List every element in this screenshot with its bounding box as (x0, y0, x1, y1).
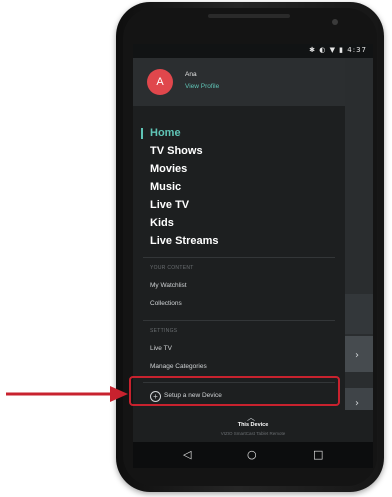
nav-item-tv-shows[interactable]: TV Shows (150, 145, 203, 157)
back-icon[interactable]: ◁ (183, 448, 191, 461)
view-profile-link[interactable]: View Profile (185, 83, 219, 90)
status-indicator-icons: ✱ ◐ ▼ ▮ (309, 46, 345, 54)
divider (143, 257, 335, 258)
annotation-arrow-icon (6, 386, 128, 402)
status-time: 4:37 (347, 46, 367, 54)
avatar[interactable]: A (147, 69, 173, 95)
phone-device: › › ✱ ◐ ▼ ▮ 4:37 A Ana View Profile Home… (116, 2, 384, 492)
section-heading-settings: SETTINGS (150, 328, 178, 334)
phone-speaker (208, 14, 290, 18)
menu-item-live-tv-settings[interactable]: Live TV (150, 345, 172, 352)
chevron-right-icon[interactable]: › (355, 398, 359, 409)
status-bar: ✱ ◐ ▼ ▮ 4:37 (133, 44, 373, 58)
android-nav-bar: ◁ ○ □ (133, 442, 373, 468)
nav-item-live-streams[interactable]: Live Streams (150, 235, 218, 247)
section-heading-your-content: YOUR CONTENT (150, 265, 194, 271)
phone-camera (332, 19, 338, 25)
background-tile[interactable] (345, 336, 373, 372)
home-icon[interactable]: ○ (247, 448, 257, 461)
nav-item-movies[interactable]: Movies (150, 163, 187, 175)
nav-item-music[interactable]: Music (150, 181, 181, 193)
divider (143, 320, 335, 321)
active-indicator (141, 128, 143, 139)
background-tile (345, 294, 373, 334)
profile-name: Ana (185, 71, 197, 78)
device-subtitle: VIZIO SmartCast Tablet Remote (220, 431, 286, 436)
recents-icon[interactable]: □ (313, 448, 323, 461)
menu-item-my-watchlist[interactable]: My Watchlist (150, 282, 187, 289)
device-title: This Device (237, 422, 269, 428)
menu-item-collections[interactable]: Collections (150, 300, 182, 307)
navigation-drawer: A Ana View Profile Home TV Shows Movies … (133, 58, 345, 410)
device-selector[interactable]: ︿ This Device VIZIO SmartCast Tablet Rem… (133, 410, 373, 442)
annotation-highlight-box (129, 376, 340, 406)
menu-item-manage-categories[interactable]: Manage Categories (150, 363, 207, 370)
stage: › › ✱ ◐ ▼ ▮ 4:37 A Ana View Profile Home… (0, 0, 392, 497)
nav-item-kids[interactable]: Kids (150, 217, 174, 229)
nav-item-live-tv[interactable]: Live TV (150, 199, 189, 211)
nav-item-home[interactable]: Home (150, 127, 181, 139)
chevron-right-icon[interactable]: › (355, 350, 359, 361)
status-icons: ✱ ◐ ▼ ▮ 4:37 (309, 46, 367, 54)
profile-header: A Ana View Profile (133, 58, 345, 106)
